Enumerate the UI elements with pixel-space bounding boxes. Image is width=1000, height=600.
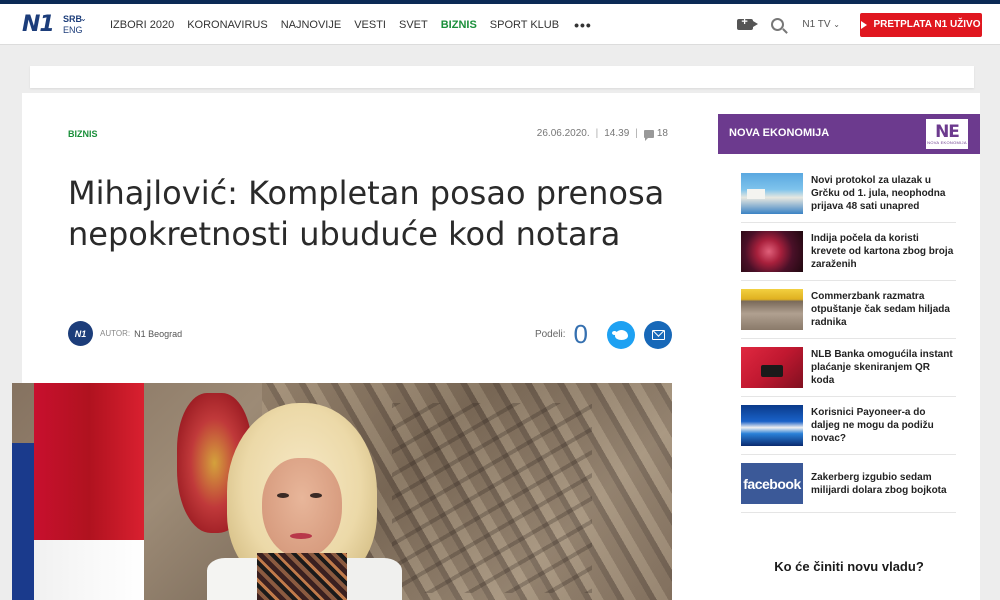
- mosaic-background: [392, 403, 592, 593]
- list-item[interactable]: Indija počela da koristi krevete od kart…: [741, 223, 956, 281]
- language-switcher[interactable]: SRB ⌄ ENG: [63, 14, 87, 36]
- n1-tv-label: N1 TV: [802, 19, 831, 30]
- news-thumbnail[interactable]: [741, 231, 803, 272]
- nav-item-izbori[interactable]: IZBORI 2020: [110, 19, 174, 31]
- news-headline[interactable]: Novi protokol za ulazak u Grčku od 1. ju…: [811, 174, 956, 213]
- sidebar-section-header[interactable]: NOVA EKONOMIJA NE NOVA EKONOMIJA: [718, 114, 980, 154]
- sidebar: NOVA EKONOMIJA NE NOVA EKONOMIJA Novi pr…: [718, 93, 980, 600]
- video-add-icon[interactable]: [737, 16, 759, 30]
- person-face: [262, 458, 342, 558]
- share-label: Podeli:: [534, 329, 566, 340]
- nova-ekonomija-logo-mark: NE: [935, 121, 960, 142]
- email-share-button[interactable]: [644, 320, 672, 349]
- news-thumbnail[interactable]: facebook: [741, 463, 803, 504]
- twitter-icon: [611, 329, 628, 340]
- author-label: AUTOR:: [100, 329, 131, 338]
- subscribe-button[interactable]: PRETPLATA N1 UŽIVO: [860, 12, 982, 37]
- person-scarf: [257, 553, 347, 600]
- person-eye: [310, 493, 322, 498]
- mail-icon: [651, 329, 665, 340]
- page-gutter: [980, 93, 1000, 600]
- nova-ekonomija-logo[interactable]: NE NOVA EKONOMIJA: [926, 119, 968, 149]
- nav-item-sport-klub[interactable]: SPORT KLUB: [490, 19, 559, 31]
- poll-title[interactable]: Ko će činiti novu vladu?: [718, 559, 980, 574]
- list-item[interactable]: Commerzbank razmatra otpuštanje čak seda…: [741, 281, 956, 339]
- person-lips: [290, 533, 312, 539]
- article-meta: 26.06.2020. | 14.39 | 18: [536, 128, 668, 141]
- meta-separator: |: [595, 128, 599, 139]
- news-thumbnail[interactable]: [741, 405, 803, 446]
- chevron-down-icon: ⌄: [80, 14, 87, 23]
- lang-other[interactable]: ENG: [63, 25, 83, 36]
- article-date: 26.06.2020.: [536, 128, 590, 139]
- site-header: N1 SRB ⌄ ENG IZBORI 2020 KORONAVIRUS NAJ…: [0, 4, 1000, 45]
- list-item[interactable]: NLB Banka omogućila instant plaćanje ske…: [741, 339, 956, 397]
- facebook-logo-text: facebook: [743, 475, 801, 492]
- nav-item-koronavirus[interactable]: KORONAVIRUS: [187, 19, 267, 31]
- author-name[interactable]: N1 Beograd: [134, 329, 182, 339]
- nav-item-najnovije[interactable]: NAJNOVIJE: [281, 19, 342, 31]
- person-jacket: [342, 558, 402, 600]
- comment-icon[interactable]: [643, 129, 654, 141]
- n1-tv-dropdown[interactable]: N1 TV ⌄: [802, 19, 840, 30]
- list-item[interactable]: Korisnici Payoneer-a do daljeg ne mogu d…: [741, 397, 956, 455]
- chevron-down-icon: ⌄: [833, 20, 840, 29]
- author-avatar: N1: [68, 321, 93, 346]
- share-count: 0: [573, 319, 588, 349]
- list-item[interactable]: Novi protokol za ulazak u Grčku od 1. ju…: [741, 165, 956, 223]
- article-category[interactable]: BIZNIS: [68, 129, 98, 139]
- sidebar-section-title: NOVA EKONOMIJA: [729, 127, 830, 139]
- serbian-flag: [34, 383, 144, 600]
- news-thumbnail[interactable]: [741, 289, 803, 330]
- eu-flag: [12, 443, 34, 600]
- article-time: 14.39: [604, 128, 630, 139]
- sidebar-news-list: Novi protokol za ulazak u Grčku od 1. ju…: [741, 165, 956, 513]
- nav-item-svet[interactable]: SVET: [399, 19, 428, 31]
- share-row: Podeli: 0: [535, 319, 672, 350]
- article-photo: [12, 383, 672, 600]
- news-thumbnail[interactable]: [741, 347, 803, 388]
- news-headline[interactable]: Indija počela da koristi krevete od kart…: [811, 232, 956, 271]
- news-headline[interactable]: NLB Banka omogućila instant plaćanje ske…: [811, 348, 956, 387]
- main-nav: IZBORI 2020 KORONAVIRUS NAJNOVIJE VESTI …: [110, 4, 592, 45]
- ad-banner-strip: [30, 66, 974, 88]
- nav-item-vesti[interactable]: VESTI: [354, 19, 386, 31]
- list-item[interactable]: facebook Zakerberg izgubio sedam milijar…: [741, 455, 956, 513]
- person-eye: [277, 493, 289, 498]
- nav-item-biznis[interactable]: BIZNIS: [441, 19, 477, 31]
- author-row: N1 AUTOR: N1 Beograd: [68, 321, 182, 346]
- header-actions: N1 TV ⌄ PRETPLATA N1 UŽIVO: [737, 4, 982, 45]
- n1-logo[interactable]: N1: [22, 12, 55, 37]
- search-icon[interactable]: [771, 18, 785, 31]
- meta-separator: |: [635, 128, 638, 139]
- news-headline[interactable]: Commerzbank razmatra otpuštanje čak seda…: [811, 290, 956, 329]
- play-icon: [861, 20, 868, 29]
- more-menu-icon[interactable]: •••: [574, 17, 592, 33]
- news-headline[interactable]: Korisnici Payoneer-a do daljeg ne mogu d…: [811, 406, 956, 445]
- nova-ekonomija-logo-text: NOVA EKONOMIJA: [927, 139, 967, 145]
- twitter-share-button[interactable]: [607, 320, 635, 349]
- subscribe-label: PRETPLATA N1 UŽIVO: [873, 19, 981, 30]
- comment-count[interactable]: 18: [657, 128, 668, 139]
- news-headline[interactable]: Zakerberg izgubio sedam milijardi dolara…: [811, 471, 956, 497]
- news-thumbnail[interactable]: [741, 173, 803, 214]
- article-title: Mihajlović: Kompletan posao prenosa nepo…: [68, 174, 665, 253]
